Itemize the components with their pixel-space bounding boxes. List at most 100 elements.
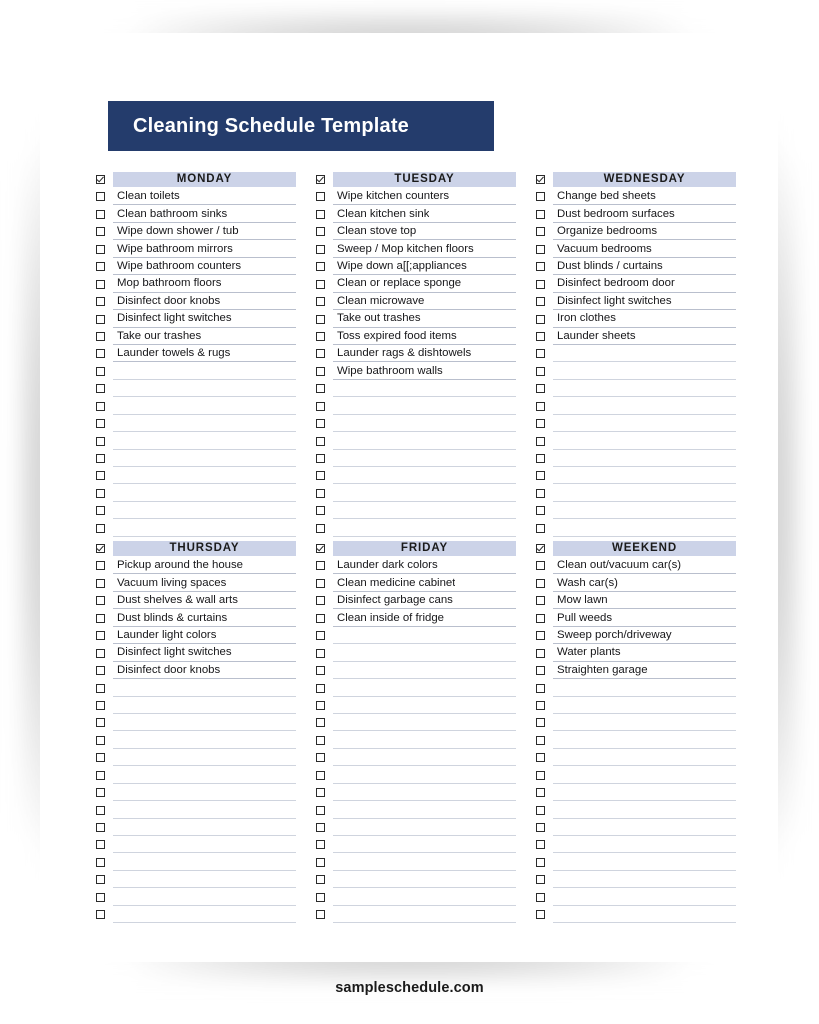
task-text-field[interactable]: Water plants	[553, 646, 736, 662]
empty-checkbox-icon[interactable]	[316, 683, 325, 693]
task-text-field[interactable]: Clean kitchen sink	[333, 207, 516, 223]
empty-checkbox-icon[interactable]	[316, 523, 325, 533]
empty-checkbox-icon[interactable]	[316, 578, 325, 588]
task-text-field[interactable]: Disinfect bedroom door	[553, 277, 736, 293]
task-blank-line[interactable]	[113, 785, 296, 802]
task-blank-line[interactable]	[333, 646, 516, 662]
empty-checkbox-icon[interactable]	[316, 857, 325, 867]
empty-checkbox-icon[interactable]	[536, 613, 545, 623]
task-blank-line[interactable]	[553, 381, 736, 398]
task-blank-line[interactable]	[333, 663, 516, 680]
empty-checkbox-icon[interactable]	[536, 753, 545, 763]
task-blank-line[interactable]	[113, 399, 296, 415]
task-blank-line[interactable]	[333, 486, 516, 502]
empty-checkbox-icon[interactable]	[316, 892, 325, 902]
task-blank-line[interactable]	[333, 768, 516, 784]
task-blank-line[interactable]	[333, 381, 516, 398]
task-blank-line[interactable]	[553, 434, 736, 450]
empty-checkbox-icon[interactable]	[96, 297, 105, 307]
empty-checkbox-icon[interactable]	[96, 613, 105, 623]
task-text-field[interactable]: Take out trashes	[333, 312, 516, 328]
empty-checkbox-icon[interactable]	[536, 523, 545, 533]
empty-checkbox-icon[interactable]	[316, 718, 325, 728]
empty-checkbox-icon[interactable]	[536, 683, 545, 693]
task-blank-line[interactable]	[333, 681, 516, 697]
empty-checkbox-icon[interactable]	[96, 366, 105, 376]
empty-checkbox-icon[interactable]	[96, 192, 105, 202]
task-text-field[interactable]: Clean microwave	[333, 294, 516, 311]
task-blank-line[interactable]	[333, 451, 516, 467]
empty-checkbox-icon[interactable]	[96, 788, 105, 798]
empty-checkbox-icon[interactable]	[536, 384, 545, 394]
task-text-field[interactable]: Wash car(s)	[553, 576, 736, 592]
task-blank-line[interactable]	[113, 434, 296, 450]
empty-checkbox-icon[interactable]	[536, 735, 545, 745]
task-blank-line[interactable]	[333, 907, 516, 924]
task-blank-line[interactable]	[553, 451, 736, 467]
task-blank-line[interactable]	[113, 681, 296, 697]
task-blank-line[interactable]	[113, 872, 296, 889]
empty-checkbox-icon[interactable]	[536, 297, 545, 307]
task-blank-line[interactable]	[113, 503, 296, 520]
empty-checkbox-icon[interactable]	[96, 401, 105, 411]
empty-checkbox-icon[interactable]	[536, 596, 545, 606]
empty-checkbox-icon[interactable]	[316, 192, 325, 202]
empty-checkbox-icon[interactable]	[316, 823, 325, 832]
task-blank-line[interactable]	[553, 486, 736, 502]
empty-checkbox-icon[interactable]	[316, 648, 325, 658]
empty-checkbox-icon[interactable]	[536, 910, 545, 920]
empty-checkbox-icon[interactable]	[316, 805, 325, 815]
task-blank-line[interactable]	[553, 907, 736, 924]
task-blank-line[interactable]	[333, 785, 516, 802]
empty-checkbox-icon[interactable]	[96, 770, 105, 780]
empty-checkbox-icon[interactable]	[316, 227, 325, 237]
empty-checkbox-icon[interactable]	[536, 419, 545, 429]
task-text-field[interactable]: Dust bedroom surfaces	[553, 207, 736, 223]
task-text-field[interactable]: Pull weeds	[553, 611, 736, 627]
task-blank-line[interactable]	[333, 698, 516, 714]
task-text-field[interactable]: Wipe bathroom mirrors	[113, 242, 296, 258]
empty-checkbox-icon[interactable]	[316, 613, 325, 623]
empty-checkbox-icon[interactable]	[96, 840, 105, 850]
empty-checkbox-icon[interactable]	[536, 805, 545, 815]
task-text-field[interactable]: Disinfect door knobs	[113, 294, 296, 311]
task-blank-line[interactable]	[113, 890, 296, 906]
empty-checkbox-icon[interactable]	[316, 735, 325, 745]
task-text-field[interactable]: Disinfect light switches	[553, 294, 736, 311]
task-blank-line[interactable]	[553, 872, 736, 889]
empty-checkbox-icon[interactable]	[96, 279, 105, 289]
empty-checkbox-icon[interactable]	[536, 401, 545, 411]
empty-checkbox-icon[interactable]	[536, 349, 545, 359]
empty-checkbox-icon[interactable]	[316, 506, 325, 516]
empty-checkbox-icon[interactable]	[96, 506, 105, 516]
task-blank-line[interactable]	[553, 733, 736, 749]
task-blank-line[interactable]	[113, 733, 296, 749]
task-text-field[interactable]: Wipe kitchen counters	[333, 189, 516, 206]
task-blank-line[interactable]	[113, 521, 296, 537]
checked-checkbox-icon[interactable]	[536, 175, 545, 184]
empty-checkbox-icon[interactable]	[316, 596, 325, 606]
empty-checkbox-icon[interactable]	[536, 331, 545, 341]
task-text-field[interactable]: Launder sheets	[553, 329, 736, 345]
task-blank-line[interactable]	[113, 364, 296, 380]
checked-checkbox-icon[interactable]	[316, 175, 325, 184]
empty-checkbox-icon[interactable]	[96, 331, 105, 341]
empty-checkbox-icon[interactable]	[96, 384, 105, 394]
task-blank-line[interactable]	[333, 820, 516, 836]
checked-checkbox-icon[interactable]	[536, 544, 545, 553]
task-blank-line[interactable]	[553, 416, 736, 433]
empty-checkbox-icon[interactable]	[536, 666, 545, 676]
empty-checkbox-icon[interactable]	[536, 471, 545, 481]
empty-checkbox-icon[interactable]	[96, 454, 105, 463]
task-blank-line[interactable]	[113, 715, 296, 732]
checked-checkbox-icon[interactable]	[96, 544, 105, 553]
task-blank-line[interactable]	[553, 521, 736, 537]
empty-checkbox-icon[interactable]	[96, 875, 105, 885]
empty-checkbox-icon[interactable]	[316, 314, 325, 324]
empty-checkbox-icon[interactable]	[96, 718, 105, 728]
empty-checkbox-icon[interactable]	[536, 436, 545, 446]
empty-checkbox-icon[interactable]	[96, 631, 105, 641]
empty-checkbox-icon[interactable]	[96, 596, 105, 606]
task-text-field[interactable]: Take our trashes	[113, 329, 296, 345]
task-text-field[interactable]: Launder dark colors	[333, 558, 516, 575]
